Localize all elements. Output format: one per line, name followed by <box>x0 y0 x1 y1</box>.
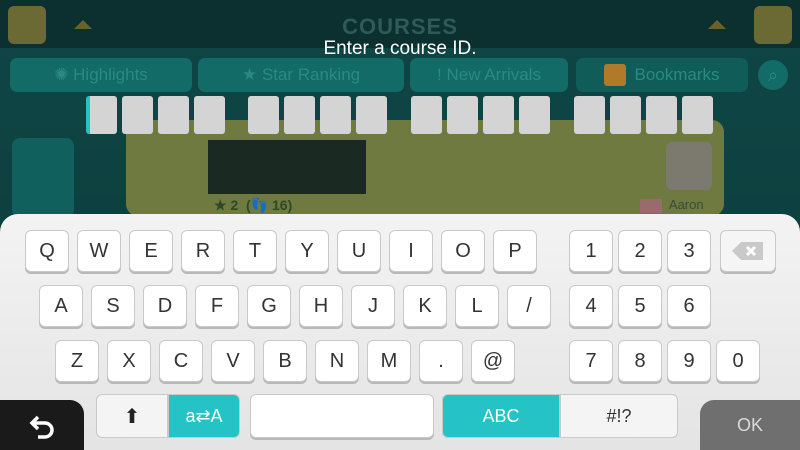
course-maker: Aaron <box>640 197 704 213</box>
key-4[interactable]: 4 <box>569 285 613 327</box>
key-3[interactable]: 3 <box>667 230 711 272</box>
course-id-char-box[interactable] <box>411 96 442 134</box>
course-stats: ★ 2 (👣 16) <box>214 197 292 214</box>
key-M[interactable]: M <box>367 340 411 382</box>
key-9[interactable]: 9 <box>667 340 711 382</box>
case-toggle-button[interactable]: a⇄A <box>168 394 240 438</box>
key-R[interactable]: R <box>181 230 225 272</box>
course-thumbnail <box>208 140 366 194</box>
key-C[interactable]: C <box>159 340 203 382</box>
space-bar[interactable] <box>250 394 434 438</box>
key-T[interactable]: T <box>233 230 277 272</box>
course-id-char-box[interactable] <box>194 96 225 134</box>
key-G[interactable]: G <box>247 285 291 327</box>
tab-label: Highlights <box>73 65 148 84</box>
key-.[interactable]: . <box>419 340 463 382</box>
ok-button[interactable]: OK <box>700 400 800 450</box>
course-id-char-box[interactable] <box>122 96 153 134</box>
symbols-mode-button[interactable]: #!? <box>560 394 678 438</box>
key-X[interactable]: X <box>107 340 151 382</box>
course-id-char-box[interactable] <box>447 96 478 134</box>
course-id-char-box[interactable] <box>610 96 641 134</box>
key-N[interactable]: N <box>315 340 359 382</box>
bookmark-icon <box>604 64 627 86</box>
key-D[interactable]: D <box>143 285 187 327</box>
key-F[interactable]: F <box>195 285 239 327</box>
key-Z[interactable]: Z <box>55 340 99 382</box>
key-B[interactable]: B <box>263 340 307 382</box>
course-id-char-box[interactable] <box>519 96 550 134</box>
tab-bookmarks[interactable]: Bookmarks <box>576 58 748 92</box>
key-5[interactable]: 5 <box>618 285 662 327</box>
key-U[interactable]: U <box>337 230 381 272</box>
abc-mode-button[interactable]: ABC <box>442 394 560 438</box>
key-J[interactable]: J <box>351 285 395 327</box>
course-id-prompt: Enter a course ID. <box>323 38 477 59</box>
ok-label: OK <box>736 414 763 435</box>
course-id-char-box[interactable] <box>682 96 713 134</box>
footprint-icon: (👣 <box>242 197 269 213</box>
tab-label: Bookmarks <box>634 65 720 84</box>
shift-button[interactable]: ⬆ <box>96 394 168 438</box>
symbols-mode-label: #!? <box>606 405 632 426</box>
course-id-char-box[interactable] <box>158 96 189 134</box>
course-id-char-box[interactable] <box>284 96 315 134</box>
tab-label: Star Ranking <box>261 65 361 84</box>
key-@[interactable]: @ <box>471 340 515 382</box>
return-button[interactable] <box>0 400 84 450</box>
key-6[interactable]: 6 <box>667 285 711 327</box>
course-id-char-box[interactable] <box>483 96 514 134</box>
tab-highlights[interactable]: ✺ Highlights <box>10 58 192 92</box>
page-title: COURSES <box>342 14 458 39</box>
star-icon: ★ <box>241 65 262 84</box>
return-icon <box>29 415 54 439</box>
key-1[interactable]: 1 <box>569 230 613 272</box>
key-H[interactable]: H <box>299 285 343 327</box>
key-2[interactable]: 2 <box>618 230 662 272</box>
shift-icon: ⬆ <box>123 405 141 428</box>
tab-new-arrivals[interactable]: ! New Arrivals <box>410 58 568 92</box>
key-7[interactable]: 7 <box>569 340 613 382</box>
key-A[interactable]: A <box>39 285 83 327</box>
sparkle-icon: ✺ <box>54 65 74 84</box>
course-id-char-box[interactable] <box>646 96 677 134</box>
key-8[interactable]: 8 <box>618 340 662 382</box>
star-icon: ★ <box>214 197 227 213</box>
maker-avatar <box>666 142 712 190</box>
backspace-icon <box>732 242 763 260</box>
tab-star-ranking[interactable]: ★ Star Ranking <box>198 58 404 92</box>
key-0[interactable]: 0 <box>716 340 760 382</box>
case-toggle-label: a⇄A <box>185 405 223 426</box>
flag-icon <box>640 198 662 213</box>
key-S[interactable]: S <box>91 285 135 327</box>
key-Y[interactable]: Y <box>285 230 329 272</box>
tab-label: New Arrivals <box>446 65 541 84</box>
key-Q[interactable]: Q <box>25 230 69 272</box>
close-paren: ) <box>287 197 293 213</box>
course-id-char-box[interactable] <box>248 96 279 134</box>
exclamation-icon: ! <box>437 65 447 84</box>
key-V[interactable]: V <box>211 340 255 382</box>
key-W[interactable]: W <box>77 230 121 272</box>
course-side-panel <box>12 138 74 218</box>
course-id-char-box[interactable] <box>356 96 387 134</box>
course-id-char-box[interactable] <box>86 96 117 134</box>
key-K[interactable]: K <box>403 285 447 327</box>
key-/[interactable]: / <box>507 285 551 327</box>
key-P[interactable]: P <box>493 230 537 272</box>
search-icon[interactable]: ⌕ <box>758 60 788 90</box>
key-I[interactable]: I <box>389 230 433 272</box>
maker-name: Aaron <box>668 197 704 212</box>
course-id-char-box[interactable] <box>574 96 605 134</box>
course-star-count: 2 <box>230 197 239 213</box>
key-E[interactable]: E <box>129 230 173 272</box>
course-id-char-box[interactable] <box>320 96 351 134</box>
backspace-button[interactable] <box>720 230 776 272</box>
key-L[interactable]: L <box>455 285 499 327</box>
abc-mode-label: ABC <box>482 405 520 426</box>
course-play-count: 16 <box>272 197 288 213</box>
key-O[interactable]: O <box>441 230 485 272</box>
